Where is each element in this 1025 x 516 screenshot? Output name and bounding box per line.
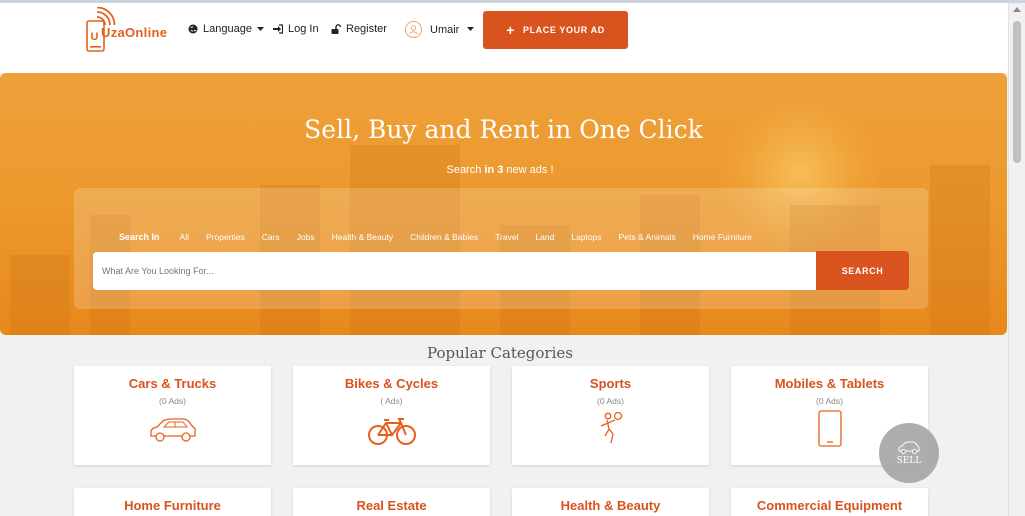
tab-properties[interactable]: Properties [206,232,245,242]
caret-down-icon [256,26,264,31]
hero-ad-count: in 3 [484,164,504,176]
category-count: (0 Ads) [159,396,186,406]
category-name: Mobiles & Tablets [774,376,885,391]
category-card-health-beauty[interactable]: Health & Beauty [512,488,709,516]
category-name: Sports [589,376,632,391]
place-ad-button[interactable]: + PLACE YOUR AD [483,11,628,49]
register-link[interactable]: Register [331,23,387,35]
tab-jobs[interactable]: Jobs [297,232,315,242]
car-icon [898,441,920,454]
category-name: Home Furniture [124,498,221,513]
category-card-sports[interactable]: Sports (0 Ads) [512,366,709,465]
login-label: Log In [288,23,319,35]
tab-home-furniture[interactable]: Home Furniture [693,232,752,242]
user-icon [409,25,418,35]
car-icon [149,418,196,442]
category-name: Commercial Equipment [756,498,903,513]
tab-children-babies[interactable]: Children & Babies [410,232,478,242]
hero-banner: Sell, Buy and Rent in One Click Search i… [0,73,1007,335]
tab-cars[interactable]: Cars [262,232,280,242]
hero-sub-suffix: new ads ! [506,164,554,176]
category-count: (0 Ads) [597,396,624,406]
hero-subtitle: Search in 3 new ads ! [0,164,1000,176]
category-name: Bikes & Cycles [344,376,439,391]
sell-label: SELL [896,455,922,466]
hero-sub-prefix: Search [446,164,482,176]
language-menu[interactable]: Language [188,23,264,35]
scrollbar-thumb[interactable] [1013,21,1021,163]
category-card-real-estate[interactable]: Real Estate [293,488,490,516]
plus-icon: + [506,22,515,38]
site-header: U UzaOnline Language Log In Register Uma… [0,3,1008,73]
search-button[interactable]: SEARCH [816,251,909,290]
language-label: Language [203,23,252,35]
category-count: (0 Ads) [816,396,843,406]
sign-in-icon [273,24,283,34]
category-card-commercial-equipment[interactable]: Commercial Equipment [731,488,928,516]
tab-health-beauty[interactable]: Health & Beauty [332,232,393,242]
globe-icon [188,24,198,34]
search-input[interactable] [93,252,816,290]
caret-down-icon [467,27,475,31]
scroll-up-icon[interactable] [1013,7,1021,12]
login-link[interactable]: Log In [273,23,319,35]
category-card-cars-trucks[interactable]: Cars & Trucks (0 Ads) [74,366,271,465]
bicycle-icon [367,418,416,445]
search-category-tabs: Search In All Properties Cars Jobs Healt… [119,232,769,242]
sell-button[interactable]: SELL [879,423,939,483]
category-name: Cars & Trucks [128,376,217,391]
tab-travel[interactable]: Travel [495,232,518,242]
popular-categories-title: Popular Categories [427,344,573,362]
category-count: ( Ads) [380,396,403,406]
tab-laptops[interactable]: Laptops [571,232,601,242]
category-card-home-furniture[interactable]: Home Furniture [74,488,271,516]
category-card-bikes-cycles[interactable]: Bikes & Cycles ( Ads) [293,366,490,465]
user-menu[interactable]: Umair [405,21,475,38]
register-label: Register [346,23,387,35]
hero-building [930,165,990,335]
category-name: Real Estate [356,498,427,513]
user-name: Umair [430,23,460,36]
sports-icon [600,411,622,444]
tab-land[interactable]: Land [535,232,554,242]
brand-name[interactable]: UzaOnline [101,25,167,40]
hero-title: Sell, Buy and Rent in One Click [304,115,703,144]
search-in-label: Search In [119,232,160,242]
avatar [405,21,422,38]
search-panel: Search In All Properties Cars Jobs Healt… [74,188,928,309]
logo-letter: U [91,31,99,43]
page-scrollbar[interactable] [1008,3,1025,516]
tablet-icon [817,410,842,447]
tab-all[interactable]: All [180,232,189,242]
tab-pets-animals[interactable]: Pets & Animals [619,232,676,242]
category-name: Health & Beauty [560,498,661,513]
place-ad-label: PLACE YOUR AD [522,25,605,35]
hero-building [10,255,70,335]
unlock-icon [331,24,341,34]
